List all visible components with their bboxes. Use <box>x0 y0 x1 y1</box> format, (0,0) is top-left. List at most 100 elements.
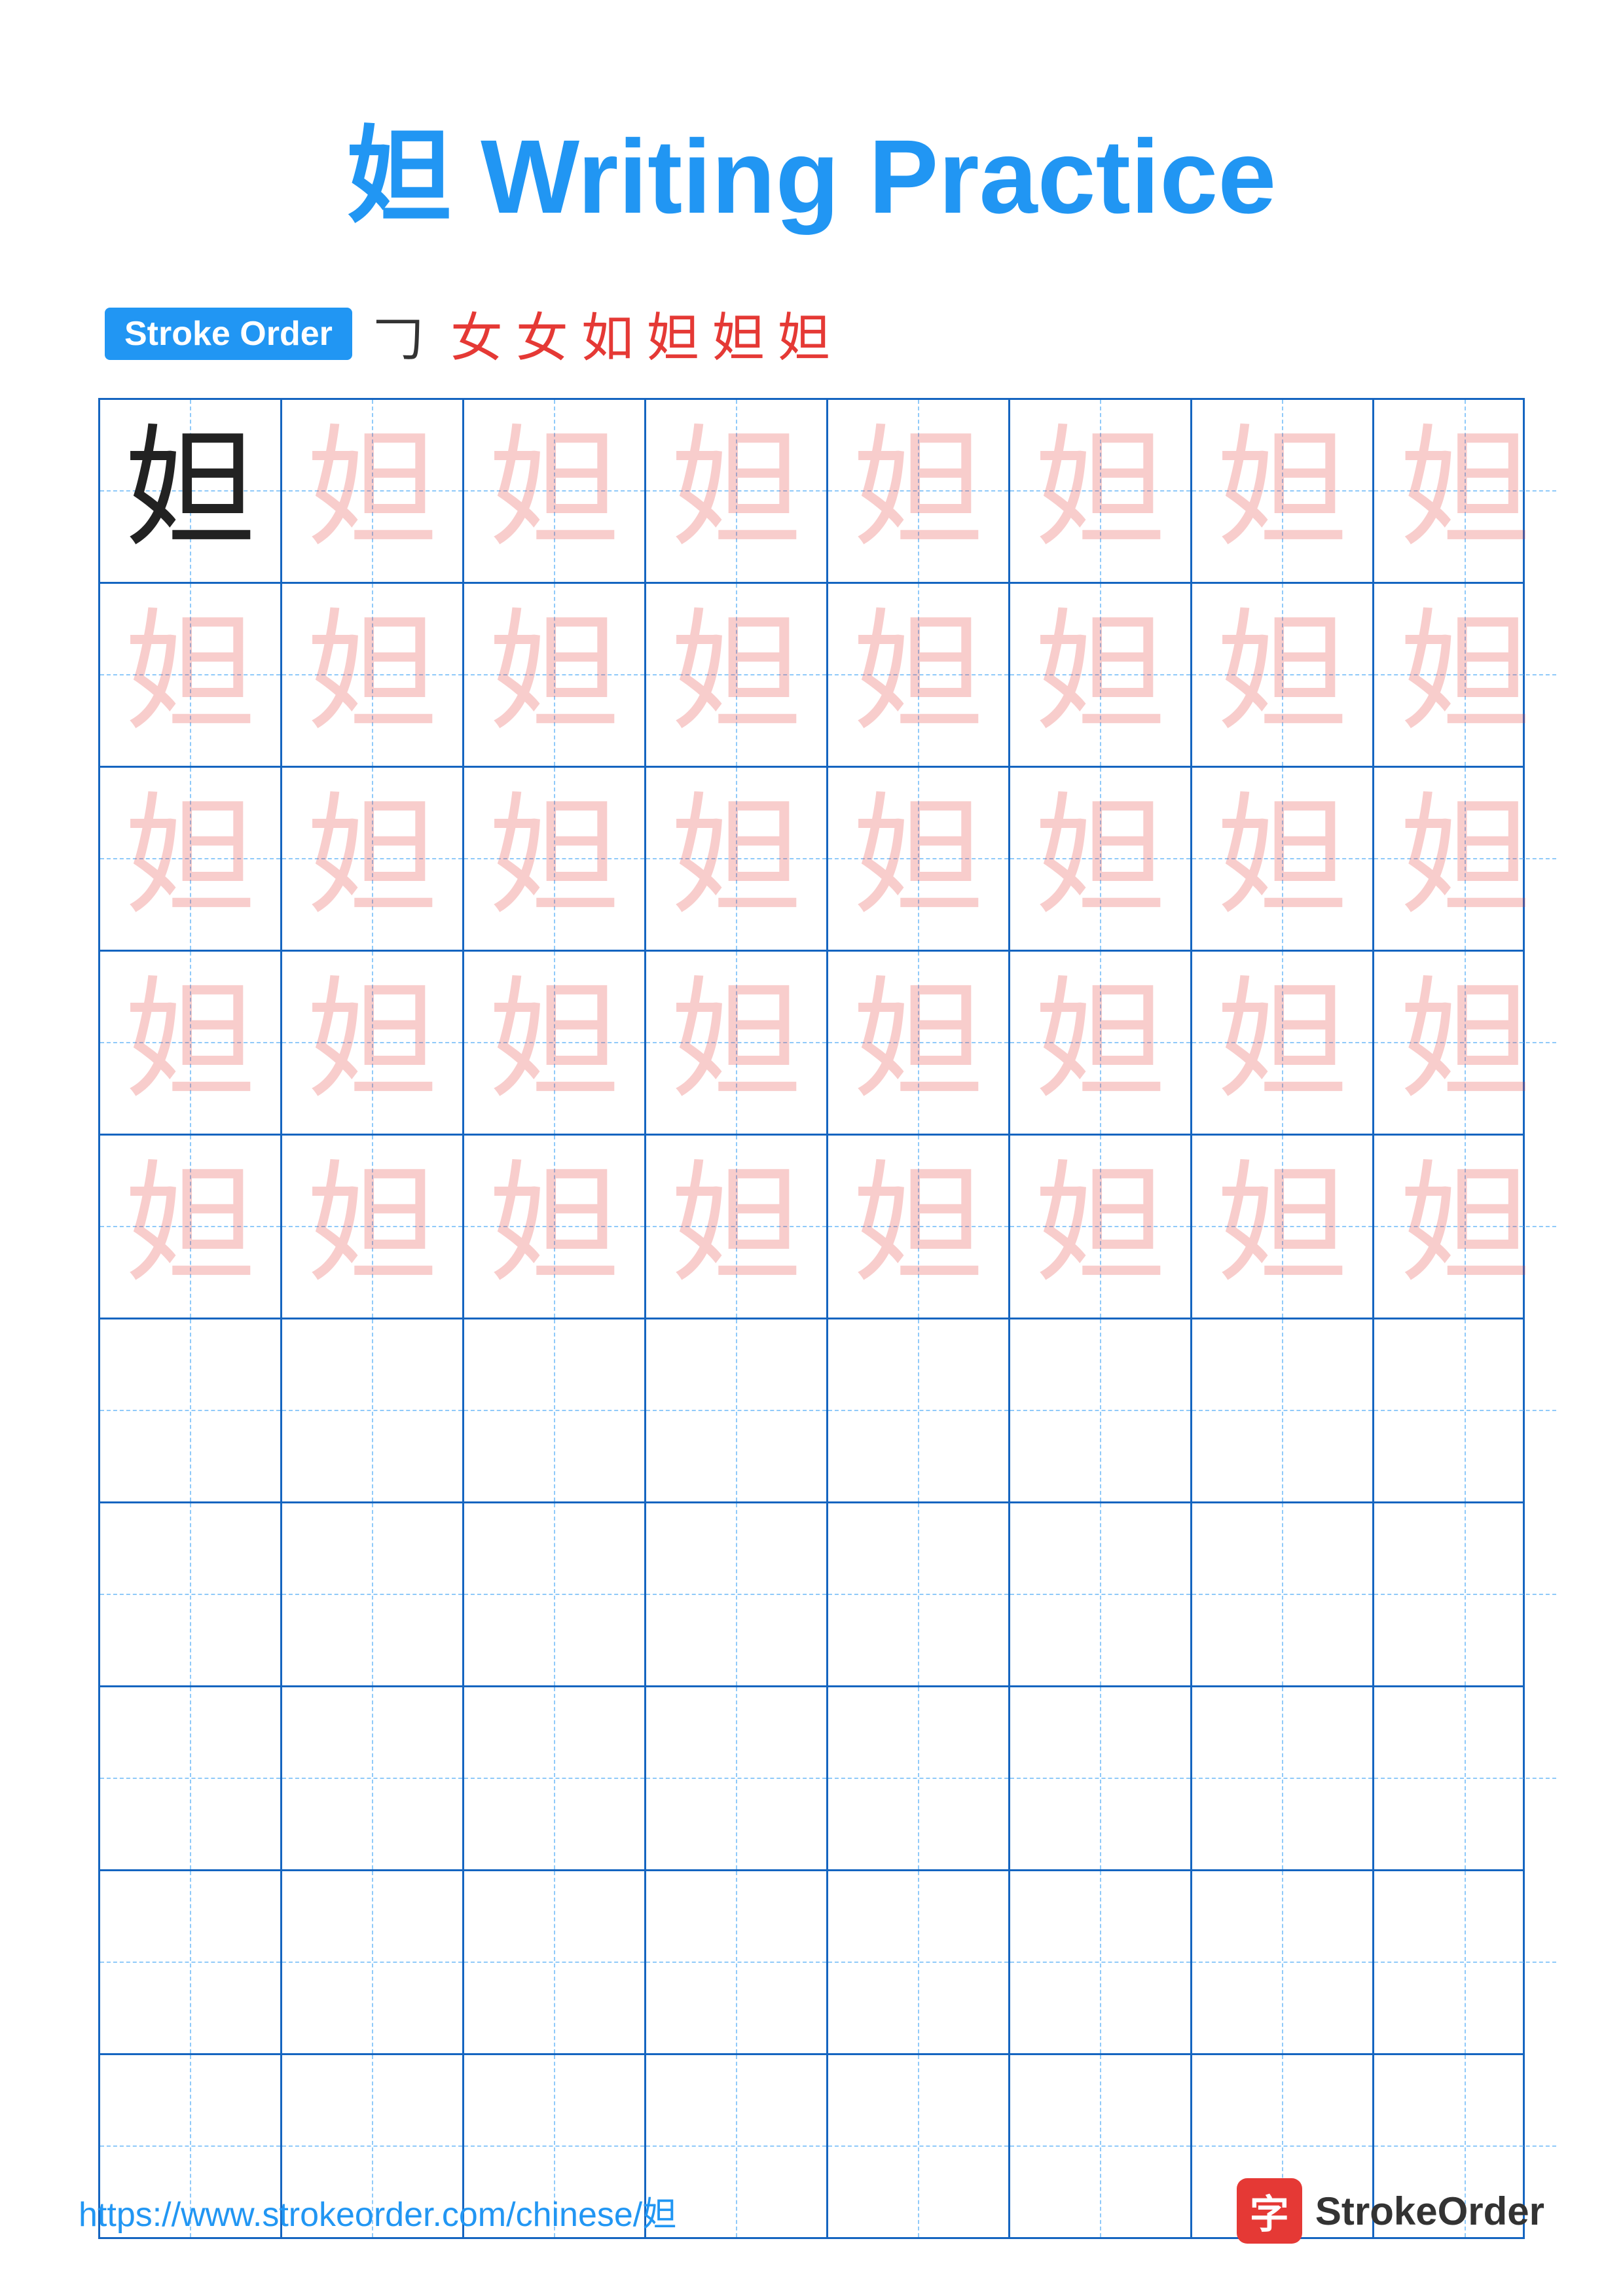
stroke-5: 如 <box>581 296 634 372</box>
grid-cell: 妲 <box>1192 768 1374 950</box>
practice-cell[interactable] <box>1374 1503 1556 1685</box>
practice-cell[interactable] <box>828 1871 1010 2053</box>
brand-icon: 字 <box>1237 2178 1302 2244</box>
grid-cell: 妲 <box>100 1136 282 1318</box>
practice-cell[interactable] <box>828 1319 1010 1501</box>
footer: https://www.strokeorder.com/chinese/妲 字 … <box>79 2178 1544 2244</box>
grid-cell: 妲 <box>464 1136 646 1318</box>
footer-brand: 字 StrokeOrder <box>1237 2178 1544 2244</box>
practice-cell[interactable] <box>646 1871 828 2053</box>
grid-cell: 妲 <box>1374 952 1556 1134</box>
grid-cell: 妲 <box>100 584 282 766</box>
char-guide: 妲 <box>488 1161 619 1292</box>
char-guide: 妲 <box>852 977 983 1108</box>
page-title: 妲 Writing Practice <box>347 118 1277 235</box>
char-guide: 妲 <box>1034 793 1165 924</box>
practice-cell[interactable] <box>646 1503 828 1685</box>
practice-cell[interactable] <box>828 1503 1010 1685</box>
practice-cell[interactable] <box>464 1319 646 1501</box>
grid-cell: 妲 <box>282 584 464 766</box>
practice-cell[interactable] <box>1010 1687 1192 1869</box>
practice-cell[interactable] <box>1192 1871 1374 2053</box>
char-guide: 妲 <box>1400 425 1531 556</box>
char-guide: 妲 <box>1216 977 1347 1108</box>
practice-cell[interactable] <box>464 1687 646 1869</box>
practice-cell[interactable] <box>282 1503 464 1685</box>
grid-cell: 妲 <box>646 768 828 950</box>
char-guide: 妲 <box>488 977 619 1108</box>
stroke-7: 妲 <box>712 296 765 372</box>
grid-cell: 妲 <box>1010 768 1192 950</box>
char-guide: 妲 <box>306 425 437 556</box>
grid-row-2: 妲 妲 妲 妲 妲 妲 妲 妲 <box>100 584 1523 768</box>
practice-cell[interactable] <box>1192 1687 1374 1869</box>
char-guide: 妲 <box>488 793 619 924</box>
char-guide: 妲 <box>670 425 801 556</box>
grid-cell: 妲 <box>828 768 1010 950</box>
practice-cell[interactable] <box>464 1871 646 2053</box>
char-guide: 妲 <box>124 1161 255 1292</box>
grid-row-4: 妲 妲 妲 妲 妲 妲 妲 妲 <box>100 952 1523 1136</box>
practice-cell[interactable] <box>100 1687 282 1869</box>
char-guide: 妲 <box>306 977 437 1108</box>
grid-cell: 妲 <box>100 952 282 1134</box>
char-guide: 妲 <box>1034 609 1165 740</box>
grid-cell: 妲 <box>464 584 646 766</box>
practice-cell[interactable] <box>100 1503 282 1685</box>
practice-cell[interactable] <box>1010 1319 1192 1501</box>
char-guide: 妲 <box>1400 977 1531 1108</box>
char-guide: 妲 <box>488 609 619 740</box>
practice-cell[interactable] <box>1374 1319 1556 1501</box>
practice-cell[interactable] <box>282 1871 464 2053</box>
char-guide: 妲 <box>124 977 255 1108</box>
grid-cell: 妲 <box>646 1136 828 1318</box>
grid-cell: 妲 <box>282 1136 464 1318</box>
stroke-1: 𠃌 <box>372 296 424 372</box>
char-guide: 妲 <box>852 609 983 740</box>
practice-cell[interactable] <box>282 1319 464 1501</box>
char-guide: 妲 <box>488 425 619 556</box>
page: 妲 Writing Practice Stroke Order 𠃌 𠃎 女 女 … <box>0 0 1623 2296</box>
grid-row-6 <box>100 1319 1523 1503</box>
practice-cell[interactable] <box>1374 1687 1556 1869</box>
practice-cell[interactable] <box>1010 1871 1192 2053</box>
grid-cell: 妲 <box>1010 400 1192 582</box>
stroke-order-badge: Stroke Order <box>105 308 352 360</box>
practice-cell[interactable] <box>100 1319 282 1501</box>
stroke-6: 妲 <box>647 296 699 372</box>
practice-cell[interactable] <box>828 1687 1010 1869</box>
practice-cell[interactable] <box>282 1687 464 1869</box>
grid-row-5: 妲 妲 妲 妲 妲 妲 妲 妲 <box>100 1136 1523 1319</box>
grid-cell: 妲 <box>1374 1136 1556 1318</box>
char-guide: 妲 <box>306 609 437 740</box>
writing-grid: 妲 妲 妲 妲 妲 妲 妲 妲 妲 <box>98 398 1525 2239</box>
practice-cell[interactable] <box>100 1871 282 2053</box>
grid-cell: 妲 <box>282 952 464 1134</box>
grid-cell: 妲 <box>828 1136 1010 1318</box>
char-guide: 妲 <box>852 793 983 924</box>
stroke-8: 妲 <box>778 296 830 372</box>
stroke-3: 女 <box>450 296 503 372</box>
footer-url[interactable]: https://www.strokeorder.com/chinese/妲 <box>79 2187 676 2236</box>
grid-cell: 妲 <box>100 768 282 950</box>
grid-cell: 妲 <box>646 400 828 582</box>
grid-row-1: 妲 妲 妲 妲 妲 妲 妲 妲 <box>100 400 1523 584</box>
char-guide: 妲 <box>1034 977 1165 1108</box>
char-guide: 妲 <box>1034 425 1165 556</box>
practice-cell[interactable] <box>646 1319 828 1501</box>
practice-cell[interactable] <box>1192 1503 1374 1685</box>
grid-cell: 妲 <box>282 400 464 582</box>
practice-cell[interactable] <box>646 1687 828 1869</box>
practice-cell[interactable] <box>1192 1319 1374 1501</box>
char-guide: 妲 <box>1216 609 1347 740</box>
char-guide: 妲 <box>670 1161 801 1292</box>
grid-cell: 妲 <box>1192 1136 1374 1318</box>
char-guide: 妲 <box>1216 1161 1347 1292</box>
char-guide: 妲 <box>1216 425 1347 556</box>
grid-cell: 妲 <box>1374 768 1556 950</box>
char-guide: 妲 <box>306 793 437 924</box>
stroke-4: 女 <box>516 296 568 372</box>
practice-cell[interactable] <box>464 1503 646 1685</box>
practice-cell[interactable] <box>1374 1871 1556 2053</box>
practice-cell[interactable] <box>1010 1503 1192 1685</box>
